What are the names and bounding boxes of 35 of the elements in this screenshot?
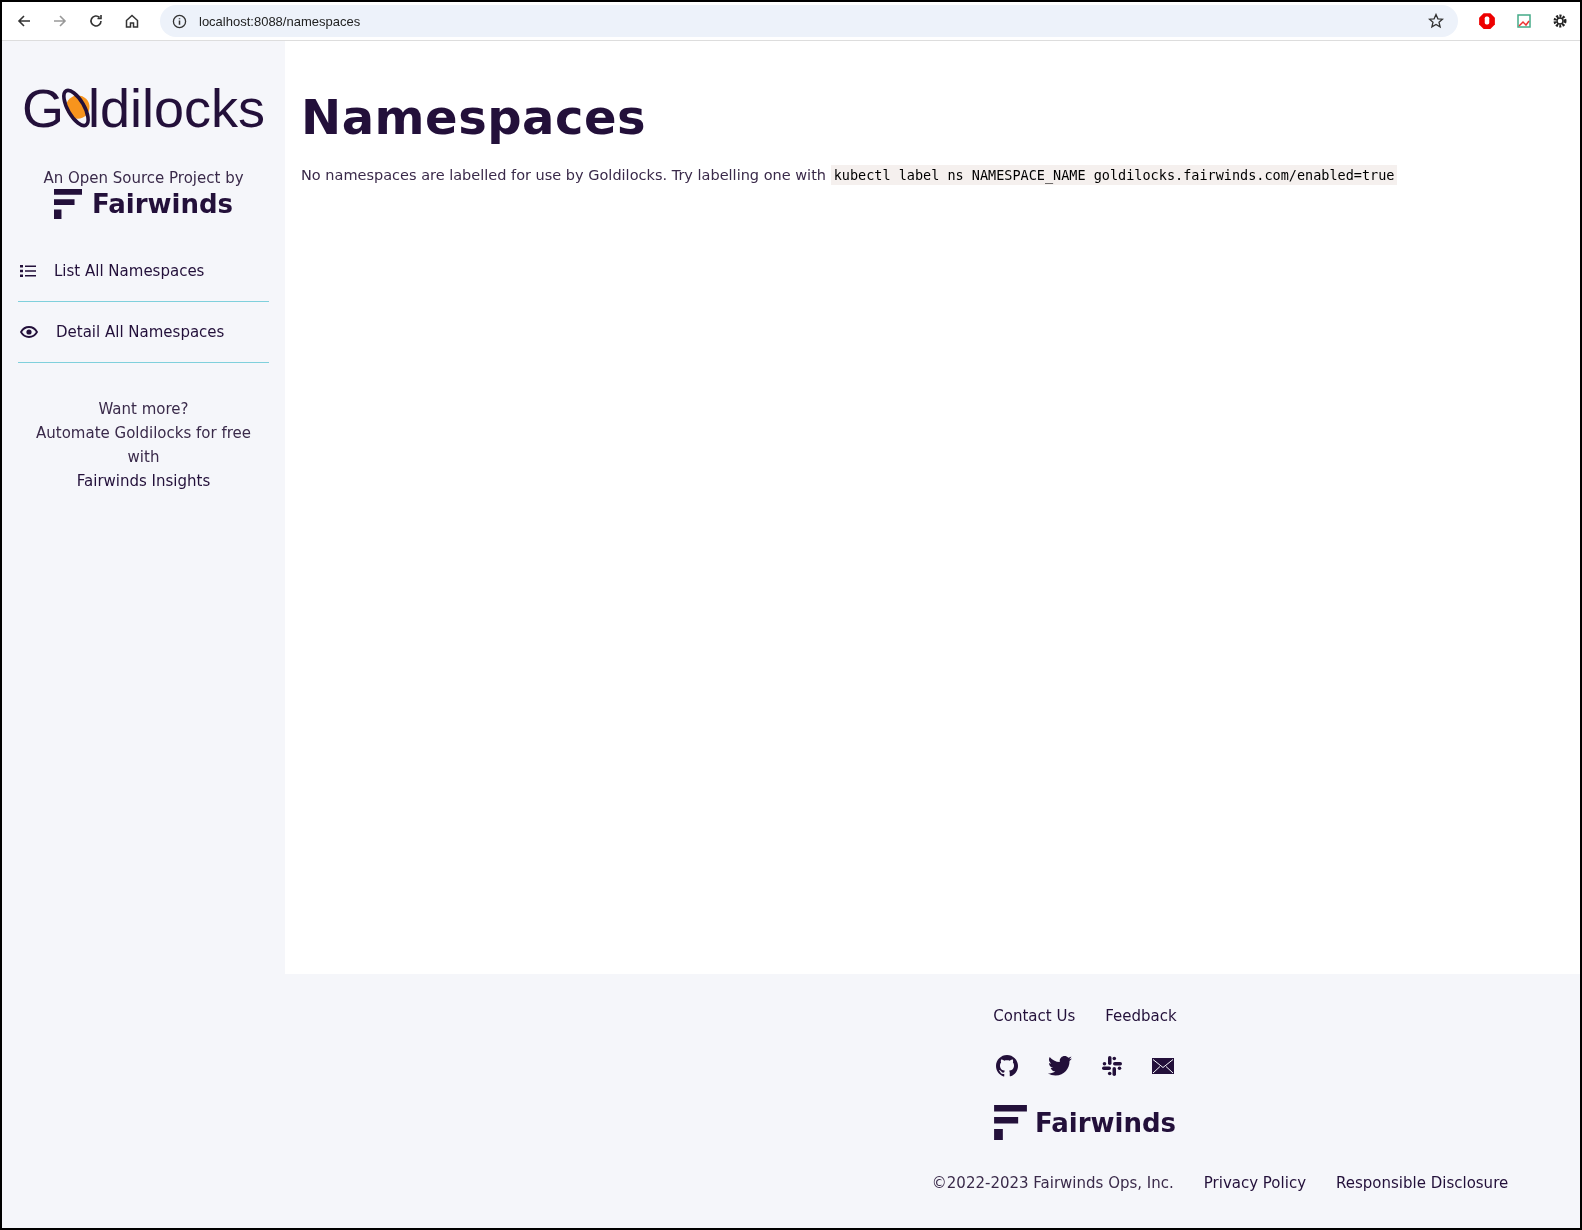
fairwinds-mark-icon xyxy=(53,189,82,219)
command-code: kubectl label ns NAMESPACE_NAME goldilocks.fairwinds.com/enabled=true xyxy=(830,165,1398,185)
footer-link[interactable]: Privacy Policy xyxy=(1203,1174,1306,1192)
list-icon xyxy=(20,264,36,278)
logo-text: G xyxy=(21,81,64,135)
twitter-icon[interactable] xyxy=(1048,1056,1072,1076)
slack-icon[interactable] xyxy=(1102,1056,1122,1076)
promo-text: Automate Goldilocks for free with xyxy=(35,423,252,468)
nav-link[interactable]: List All Namespaces xyxy=(18,241,269,302)
forward-icon[interactable] xyxy=(52,13,68,29)
footer-link[interactable]: Contact Us xyxy=(993,1007,1076,1025)
back-icon[interactable] xyxy=(16,13,32,29)
eye-icon xyxy=(20,326,38,338)
address-bar[interactable]: localhost:8088/namespaces xyxy=(160,5,1458,37)
info-icon[interactable] xyxy=(172,13,187,29)
byline: An Open Source Project by xyxy=(43,169,244,187)
github-icon[interactable] xyxy=(996,1055,1018,1077)
home-icon[interactable] xyxy=(124,13,140,29)
nav-link[interactable]: Detail All Namespaces xyxy=(18,302,269,363)
logo-text: ldilocks xyxy=(87,81,266,135)
insights-link[interactable]: Fairwinds Insights xyxy=(76,472,211,490)
page-title: Namespaces xyxy=(301,89,648,145)
gear-icon[interactable] xyxy=(1552,13,1568,29)
empty-message: No namespaces are labelled for use by Goldilocks. Try labelling one with xyxy=(301,167,827,183)
footer-link[interactable]: Responsible Disclosure xyxy=(1336,1174,1509,1192)
brand-name: Fairwinds xyxy=(91,189,233,219)
reload-icon[interactable] xyxy=(88,13,104,29)
footer-link[interactable]: Feedback xyxy=(1105,1007,1177,1025)
star-icon[interactable] xyxy=(1428,13,1444,29)
copyright-text: ©2022-2023 Fairwinds Ops, Inc. xyxy=(931,1174,1174,1192)
mail-icon[interactable] xyxy=(1152,1058,1174,1074)
promo-text: Want more? xyxy=(97,399,190,420)
stop-hand-icon[interactable] xyxy=(1478,12,1496,30)
fairwinds-mark-icon xyxy=(993,1105,1027,1140)
brand-name: Fairwinds xyxy=(1034,1107,1176,1138)
